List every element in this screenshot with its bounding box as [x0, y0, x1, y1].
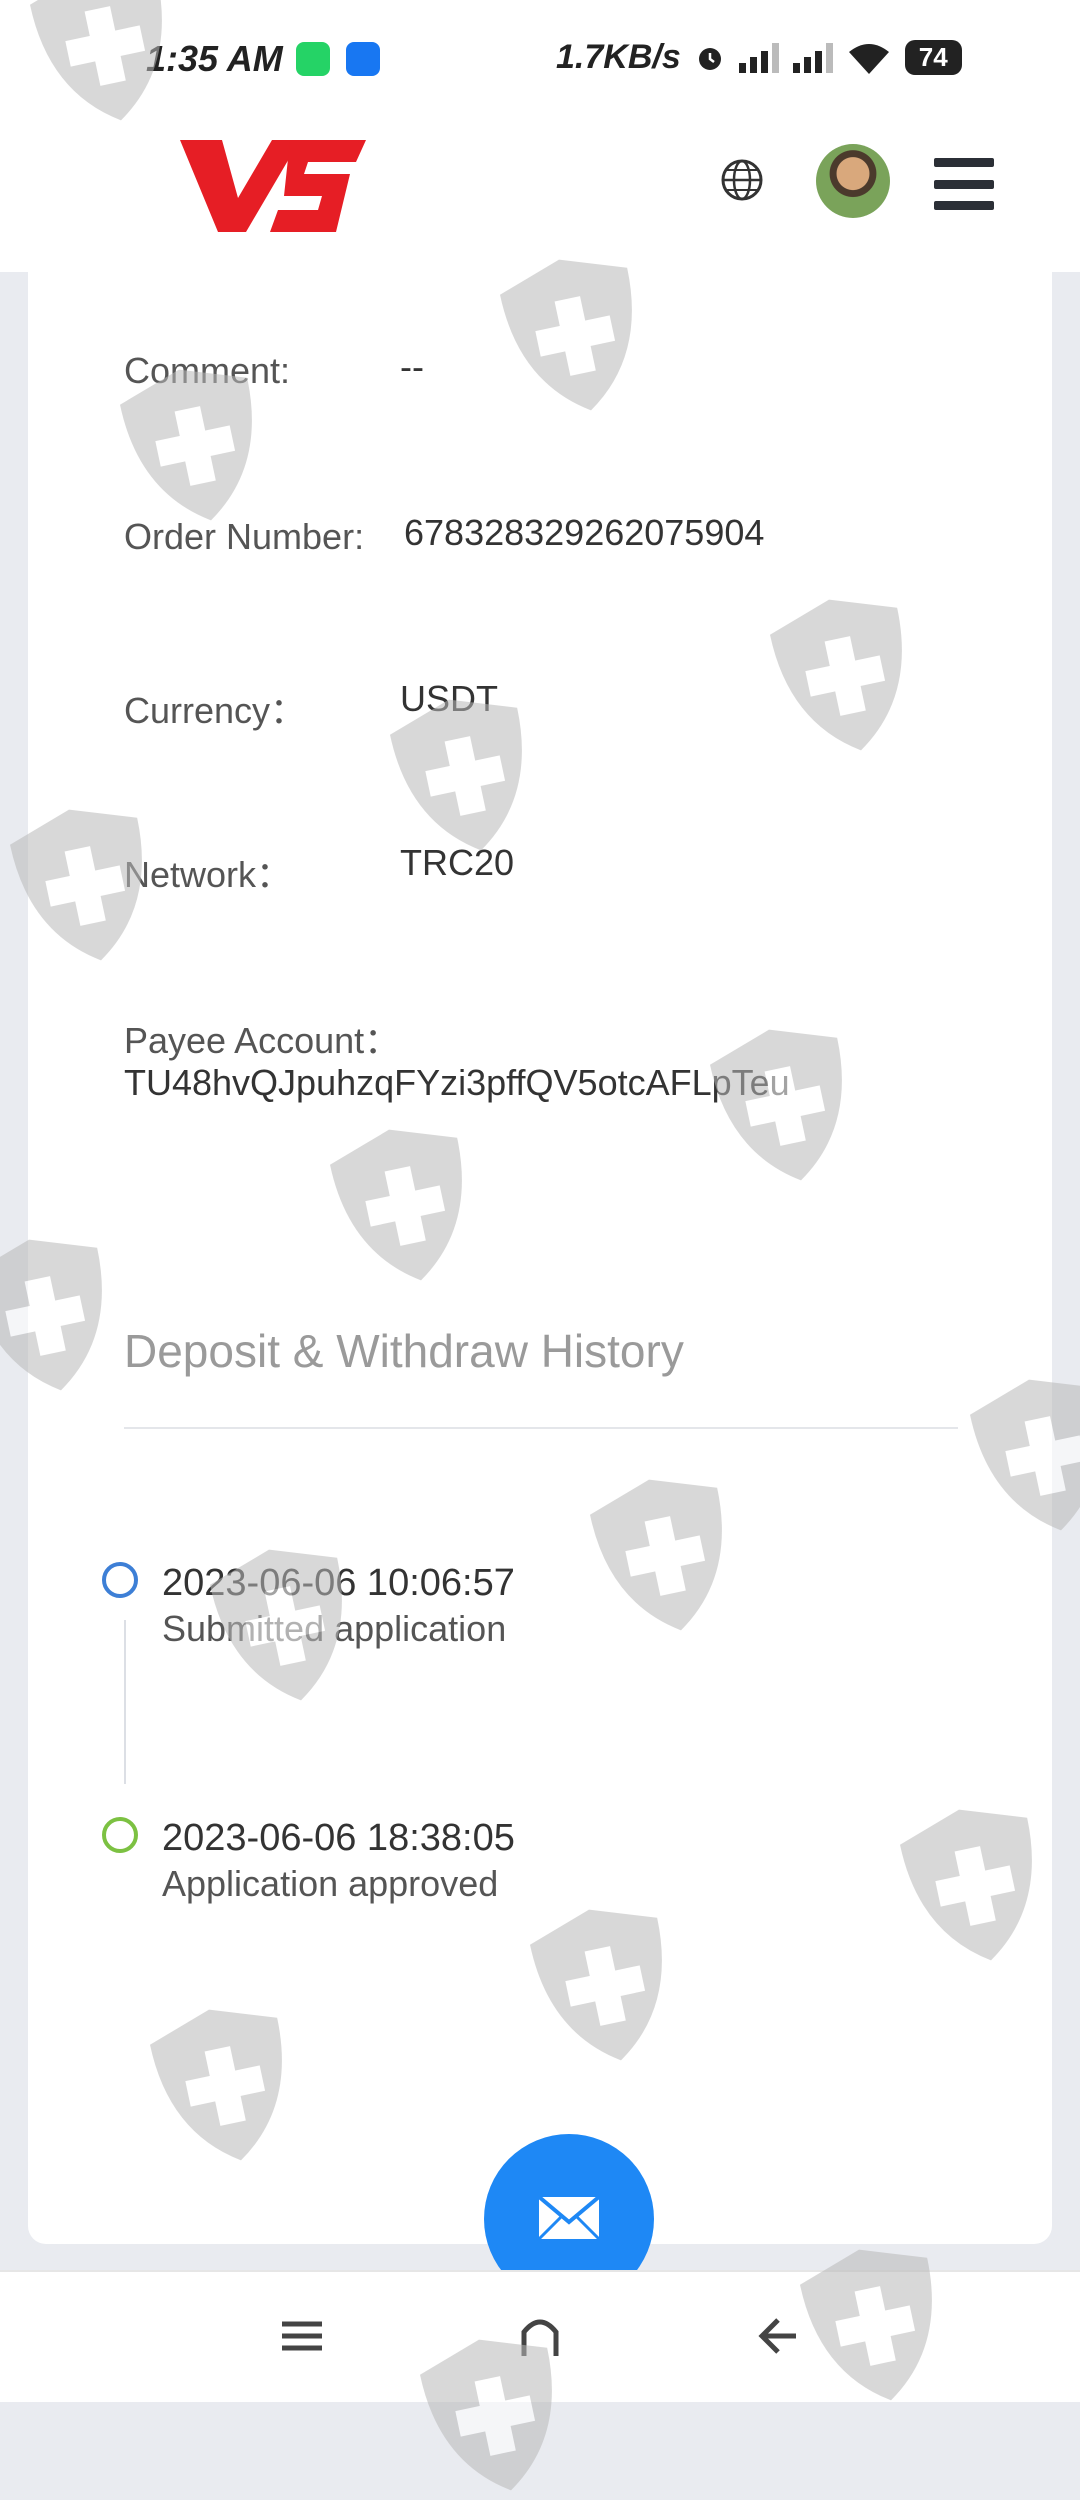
signal-icon: [792, 42, 833, 73]
currency-value: USDT: [400, 678, 498, 719]
network-label: Network：: [124, 854, 293, 895]
history-item-time: 2023-06-06 18:38:05: [162, 1817, 515, 1859]
history-title: Deposit & Withdraw History: [124, 1325, 684, 1377]
comment-value: --: [400, 346, 424, 387]
history-item-time: 2023-06-06 10:06:57: [162, 1562, 515, 1604]
status-time: 1:35 AM: [146, 38, 283, 79]
mail-icon: [536, 2194, 602, 2242]
app-header: [0, 120, 1080, 272]
order-number-value: 678328329262075904: [404, 512, 765, 553]
facebook-icon: [346, 42, 380, 76]
back-icon[interactable]: [750, 2308, 806, 2364]
history-divider: [124, 1427, 958, 1429]
avatar[interactable]: [816, 144, 890, 218]
logo[interactable]: [180, 128, 366, 240]
hamburger-menu-icon[interactable]: [934, 158, 994, 210]
timeline-dot-submitted: [102, 1562, 138, 1598]
order-detail-card: [28, 272, 1052, 2244]
globe-icon[interactable]: [720, 158, 764, 202]
history-item-text: Application approved: [162, 1863, 499, 1904]
payee-account-label: Payee Account：: [124, 1020, 401, 1061]
system-nav-bar: [0, 2270, 1080, 2402]
whatsapp-icon: [296, 42, 330, 76]
timeline-connector: [124, 1620, 126, 1784]
payee-account-value: TU48hvQJpuhzqFYzi3pffQV5otcAFLpTeu: [124, 1062, 790, 1103]
timeline-dot-approved: [102, 1817, 138, 1853]
alarm-icon: [698, 47, 721, 70]
network-value: TRC20: [400, 842, 515, 883]
battery-icon: 74: [904, 40, 962, 75]
menu-icon[interactable]: [274, 2308, 330, 2364]
history-item-text: Submitted application: [162, 1608, 507, 1649]
order-number-label: Order Number:: [124, 516, 365, 557]
comment-label: Comment:: [124, 350, 291, 391]
home-icon[interactable]: [512, 2308, 568, 2364]
signal-icon: [738, 42, 779, 73]
wifi-icon: [848, 43, 889, 74]
currency-label: Currency：: [124, 690, 307, 731]
network-speed: 1.7KB/s: [556, 38, 681, 76]
status-bar: 1:35 AM 1.7KB/s 74: [0, 0, 1080, 120]
